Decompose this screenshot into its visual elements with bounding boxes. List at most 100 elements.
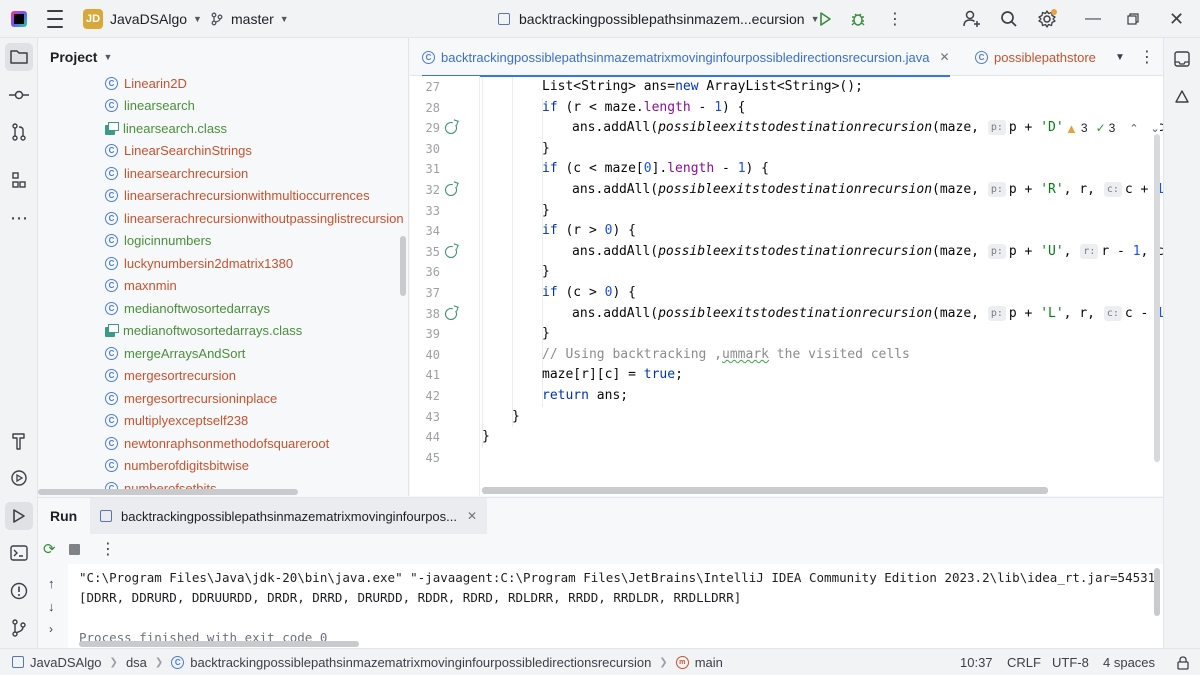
settings-button[interactable] bbox=[1037, 0, 1057, 38]
project-tree-item[interactable]: Cluckynumbersin2dmatrix1380 bbox=[105, 252, 293, 274]
project-tree-item[interactable]: C Linearin2D bbox=[105, 72, 187, 94]
project-switcher[interactable]: JD JavaDSAlgo ▼ bbox=[83, 0, 202, 38]
caret-position[interactable]: 10:37 bbox=[960, 649, 993, 675]
project-tree-item[interactable]: CmergeArraysAndSort bbox=[105, 342, 245, 364]
project-tree-item-label: maxnmin bbox=[124, 278, 177, 293]
method-icon: m bbox=[675, 655, 689, 669]
stop-icon[interactable] bbox=[69, 544, 80, 555]
main-menu-icon[interactable] bbox=[47, 0, 63, 38]
check-icon: ✓ bbox=[1095, 121, 1106, 135]
minimize-button[interactable]: — bbox=[1085, 0, 1101, 38]
run-tool-button[interactable] bbox=[5, 502, 33, 530]
editor-vertical-scrollbar[interactable] bbox=[1154, 134, 1160, 462]
project-tree-item[interactable]: linearsearch.class bbox=[105, 117, 227, 139]
chevron-right-icon[interactable]: › bbox=[49, 622, 53, 636]
close-icon[interactable]: ✕ bbox=[939, 50, 949, 64]
project-tree-item[interactable]: Cnumberofdigitsbitwise bbox=[105, 455, 249, 477]
editor-tab-active[interactable]: C backtrackingpossiblepathsinmazematrixm… bbox=[422, 38, 950, 77]
code-line: } bbox=[512, 408, 520, 424]
project-tree-item[interactable]: Cmultiplyexceptself238 bbox=[105, 410, 248, 432]
recursive-call-icon[interactable] bbox=[445, 307, 457, 320]
chevron-up-icon[interactable]: ⌃ bbox=[1129, 122, 1138, 135]
search-everywhere-button[interactable] bbox=[1000, 0, 1018, 38]
project-tree-item[interactable]: Cmedianoftwosortedarrays bbox=[105, 297, 270, 319]
project-tool-button[interactable] bbox=[5, 43, 33, 71]
code-line: } bbox=[542, 140, 550, 156]
problems-tool-button[interactable] bbox=[5, 577, 33, 605]
editor-tab[interactable]: C possiblepathstore bbox=[975, 38, 1127, 76]
project-tree-item[interactable]: Clogicinnumbers bbox=[105, 230, 211, 252]
more-tabs-icon[interactable]: ⋮ bbox=[1139, 38, 1155, 76]
chevron-down-icon[interactable]: ⌄ bbox=[1151, 122, 1160, 135]
project-tree-item[interactable]: Clinearsearch bbox=[105, 95, 195, 117]
more-actions-icon[interactable]: ⋮ bbox=[100, 539, 116, 559]
restore-window-icon bbox=[1127, 13, 1139, 25]
build-tool-button[interactable] bbox=[5, 427, 33, 455]
project-vertical-scrollbar[interactable] bbox=[400, 236, 406, 296]
recursive-call-icon[interactable] bbox=[445, 245, 457, 258]
git-tool-button[interactable] bbox=[5, 614, 33, 642]
breadcrumb-package[interactable]: dsa bbox=[126, 655, 147, 670]
structure-tool-button[interactable] bbox=[5, 166, 33, 194]
recursive-call-icon[interactable] bbox=[445, 184, 457, 196]
rerun-icon[interactable]: ⟳ bbox=[43, 540, 56, 558]
close-window-button[interactable]: ✕ bbox=[1169, 0, 1184, 38]
project-tree-item-label: linearserachrecursionwithoutpassinglistr… bbox=[124, 210, 404, 226]
code-line: } bbox=[482, 429, 490, 445]
arrow-up-icon[interactable]: ↑ bbox=[48, 576, 55, 591]
breadcrumb-method[interactable]: main bbox=[695, 655, 723, 670]
lock-icon[interactable] bbox=[1177, 649, 1189, 675]
run-tab[interactable]: backtrackingpossiblepathsinmazematrixmov… bbox=[90, 498, 488, 534]
project-tree-item[interactable]: Clinearserachrecursionwithoutpassinglist… bbox=[105, 207, 404, 229]
project-tree-item[interactable]: medianoftwosortedarrays.class bbox=[105, 320, 302, 342]
more-tool-windows-icon[interactable]: ⋯ bbox=[5, 204, 33, 232]
project-tree-item[interactable]: Cnewtonraphsonmethodofsquareroot bbox=[105, 432, 329, 454]
console-horizontal-scrollbar[interactable] bbox=[79, 641, 359, 647]
pull-requests-tool-button[interactable] bbox=[5, 118, 33, 146]
editor-horizontal-scrollbar[interactable] bbox=[482, 487, 1048, 494]
debug-button[interactable] bbox=[849, 0, 867, 38]
breadcrumb-class[interactable]: backtrackingpossiblepathsinmazematrixmov… bbox=[190, 655, 651, 670]
line-number: 31 bbox=[425, 162, 440, 177]
console-output[interactable]: "C:\Program Files\Java\jdk-20\bin\java.e… bbox=[68, 564, 1163, 648]
project-panel-header[interactable]: Project ▼ bbox=[38, 38, 408, 76]
arrow-down-icon[interactable]: ↓ bbox=[48, 599, 55, 614]
commit-tool-button[interactable] bbox=[5, 81, 33, 109]
git-branch-icon bbox=[211, 12, 223, 26]
run-configuration-selector[interactable]: backtrackingpossiblepathsinmazem...ecurs… bbox=[498, 0, 820, 38]
notifications-button[interactable] bbox=[1168, 45, 1196, 73]
file-encoding[interactable]: UTF-8 bbox=[1052, 649, 1089, 675]
project-tree-item[interactable]: C LinearSearchinStrings bbox=[105, 140, 252, 162]
code-line: ans.addAll(possibleexitstodestinationrec… bbox=[572, 182, 1163, 197]
console-vertical-scrollbar[interactable] bbox=[1154, 568, 1160, 616]
project-horizontal-scrollbar[interactable] bbox=[38, 489, 298, 495]
run-button[interactable] bbox=[817, 0, 833, 38]
class-icon: C bbox=[975, 50, 988, 64]
indent-setting[interactable]: 4 spaces bbox=[1103, 649, 1155, 675]
tab-list-chevron-icon[interactable]: ▼ bbox=[1115, 38, 1125, 76]
project-tree-item[interactable]: Cmergesortrecursion bbox=[105, 365, 236, 387]
close-icon[interactable]: ✕ bbox=[467, 509, 477, 523]
terminal-tool-button[interactable] bbox=[5, 539, 33, 567]
more-actions-icon[interactable]: ⋮ bbox=[887, 0, 903, 38]
project-tree-item[interactable]: Cmergesortrecursioninplace bbox=[105, 387, 277, 409]
project-tree-item[interactable]: Clinearserachrecursionwithmultioccurrenc… bbox=[105, 185, 370, 207]
code-line: } bbox=[542, 326, 550, 342]
code-line: if (r < maze.length - 1) { bbox=[542, 99, 746, 115]
line-separator[interactable]: CRLF bbox=[1007, 649, 1041, 675]
project-tree-item[interactable]: Clinearsearchrecursion bbox=[105, 162, 248, 184]
project-tree-item[interactable]: Cmaxnmin bbox=[105, 275, 177, 297]
editor-tab-label: possiblepathstore bbox=[994, 49, 1096, 65]
restore-button[interactable] bbox=[1127, 0, 1139, 38]
editor-gutter: 27 28 29 30 31 32 33 34 35 36 37 38 39 40 41 42 43 44 45 bbox=[410, 76, 480, 496]
breadcrumb-project[interactable]: JavaDSAlgo bbox=[30, 655, 102, 670]
console-line: [DDRR, DDRURD, DDRUURDD, DRDR, DRRD, DRU… bbox=[79, 590, 742, 605]
inspection-widget[interactable]: ▲ 3 ✓ 3 ⌃ ⌄ bbox=[1065, 118, 1160, 138]
branch-switcher[interactable]: master ▼ bbox=[210, 0, 289, 38]
maven-button[interactable] bbox=[1168, 83, 1196, 111]
add-collaborator-button[interactable] bbox=[962, 0, 982, 38]
recursive-call-icon[interactable] bbox=[445, 122, 457, 135]
bug-icon bbox=[851, 13, 865, 26]
project-tree-item-label: linearserachrecursionwithmultioccurrence… bbox=[124, 188, 370, 203]
services-tool-button[interactable] bbox=[5, 464, 33, 492]
